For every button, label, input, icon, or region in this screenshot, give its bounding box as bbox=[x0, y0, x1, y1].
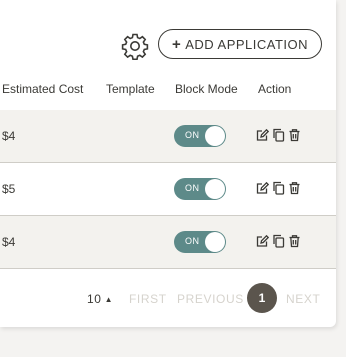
toggle-label: ON bbox=[185, 236, 200, 246]
table-header: Estimated Cost Template Block Mode Actio… bbox=[0, 72, 336, 111]
estimated-cost-cell: $4 bbox=[2, 235, 16, 249]
column-header-template: Template bbox=[106, 82, 155, 96]
estimated-cost-cell: $5 bbox=[2, 182, 16, 196]
add-application-label: ADD APPLICATION bbox=[185, 36, 309, 52]
table-row: $4 ON bbox=[0, 216, 336, 269]
plus-icon: + bbox=[171, 35, 182, 53]
current-page-button[interactable]: 1 bbox=[247, 283, 277, 313]
gear-icon[interactable] bbox=[120, 31, 150, 61]
toggle-label: ON bbox=[185, 183, 200, 193]
first-page-button[interactable]: FIRST bbox=[129, 292, 167, 306]
column-header-estimated-cost: Estimated Cost bbox=[2, 82, 84, 96]
caret-up-icon: ▲ bbox=[104, 295, 114, 304]
row-actions bbox=[256, 181, 301, 195]
block-mode-toggle[interactable]: ON bbox=[174, 125, 226, 147]
block-mode-toggle[interactable]: ON bbox=[174, 178, 226, 200]
block-mode-toggle[interactable]: ON bbox=[174, 231, 226, 253]
edit-icon[interactable] bbox=[256, 181, 270, 195]
edit-icon[interactable] bbox=[256, 128, 270, 142]
toolbar: + ADD APPLICATION bbox=[0, 28, 336, 62]
next-page-button[interactable]: NEXT bbox=[286, 292, 320, 306]
previous-page-button[interactable]: PREVIOUS bbox=[177, 292, 244, 306]
estimated-cost-cell: $4 bbox=[2, 129, 16, 143]
copy-icon[interactable] bbox=[272, 128, 285, 142]
table-row: $4 ON bbox=[0, 110, 336, 163]
page-size-select[interactable]: 10 ▲ bbox=[87, 292, 113, 306]
delete-icon[interactable] bbox=[288, 181, 301, 195]
toggle-label: ON bbox=[185, 130, 200, 140]
table-row: $5 ON bbox=[0, 163, 336, 216]
page-size-value: 10 bbox=[87, 292, 102, 306]
toggle-knob bbox=[205, 126, 225, 146]
row-actions bbox=[256, 128, 301, 142]
delete-icon[interactable] bbox=[288, 234, 301, 248]
delete-icon[interactable] bbox=[288, 128, 301, 142]
copy-icon[interactable] bbox=[272, 181, 285, 195]
edit-icon[interactable] bbox=[256, 234, 270, 248]
pagination: 10 ▲ FIRST PREVIOUS 1 NEXT bbox=[0, 282, 336, 314]
toggle-knob bbox=[205, 232, 225, 252]
applications-card: + ADD APPLICATION Estimated Cost Templat… bbox=[0, 0, 336, 327]
add-application-button[interactable]: + ADD APPLICATION bbox=[158, 29, 322, 59]
copy-icon[interactable] bbox=[272, 234, 285, 248]
column-header-block-mode: Block Mode bbox=[175, 82, 238, 96]
row-actions bbox=[256, 234, 301, 248]
toggle-knob bbox=[205, 179, 225, 199]
column-header-action: Action bbox=[258, 82, 292, 96]
